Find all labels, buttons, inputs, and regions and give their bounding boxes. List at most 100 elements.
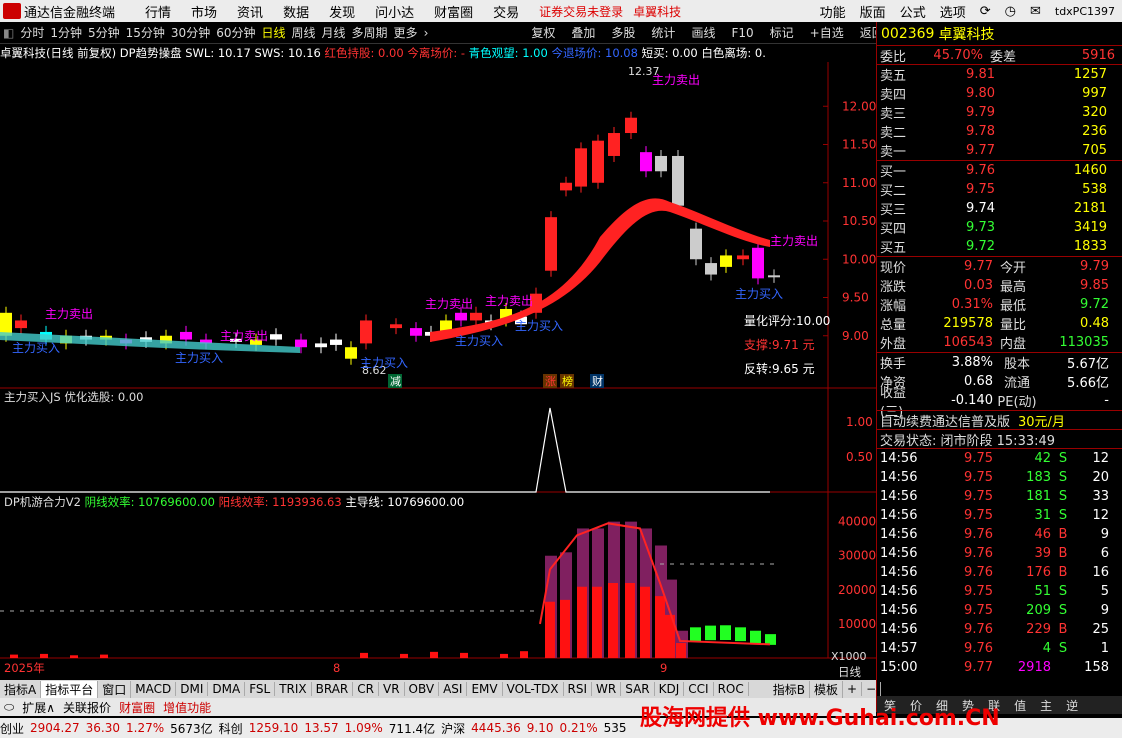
candle-body[interactable]	[470, 312, 482, 321]
wealth-circle-tab[interactable]: 财富圈	[115, 699, 159, 716]
value-added-tab[interactable]: 增值功能	[159, 699, 215, 716]
candle-body[interactable]	[575, 148, 587, 187]
tick-row[interactable]: 14:56 9.75 209 S 9	[877, 601, 1122, 620]
indicator-tab[interactable]: 模板	[810, 680, 843, 698]
quote-tab[interactable]: 主	[1033, 697, 1059, 714]
menu-item-formula[interactable]: 公式	[900, 2, 926, 21]
account-label[interactable]: tdxPC1397	[1055, 5, 1115, 18]
kline-chart[interactable]: 12.0011.5011.0010.5010.009.509.00 12.37 …	[0, 62, 876, 680]
tag-finance[interactable]: 财	[592, 374, 603, 388]
tick-row[interactable]: 14:56 9.76 229 B 25	[877, 620, 1122, 639]
indicator-tab[interactable]: ROC	[714, 682, 749, 696]
stat-row[interactable]: 涨跌 0.03 最高 9.85	[877, 276, 1122, 295]
period-tab-selected[interactable]: 日线	[261, 24, 285, 41]
indicator-tab[interactable]: MACD	[131, 682, 177, 696]
tag-list[interactable]: 榜	[562, 374, 573, 388]
menu-item-quotes[interactable]: 行情	[145, 2, 171, 21]
candle-body[interactable]	[625, 117, 637, 134]
stat-row[interactable]: 收益(三) -0.140 PE(动) -	[877, 386, 1122, 420]
stat-row[interactable]: 外盘 106543 内盘 113035	[877, 333, 1122, 352]
candle-body[interactable]	[655, 155, 667, 172]
tick-row[interactable]: 14:56 9.75 183 S 20	[877, 468, 1122, 487]
f10-button[interactable]: F10	[731, 26, 753, 40]
tick-row[interactable]: 14:57 9.76 4 S 1	[877, 639, 1122, 658]
menu-item-trade[interactable]: 交易	[493, 2, 519, 21]
candle-body[interactable]	[592, 140, 604, 183]
mark-button[interactable]: 标记	[770, 24, 794, 41]
promo-row[interactable]: 自动续费通达信普及版 30元/月	[877, 410, 1122, 430]
overlay-button[interactable]: 叠加	[571, 24, 595, 41]
tick-row[interactable]: 14:56 9.76 46 B 9	[877, 525, 1122, 544]
candle-body[interactable]	[455, 312, 467, 321]
login-warning[interactable]: 证券交易未登录	[539, 3, 623, 20]
ask-row[interactable]: 卖五 9.81 1257	[877, 65, 1122, 84]
indicator-tab[interactable]: DMI	[176, 682, 209, 696]
indicator-tab[interactable]: +	[843, 682, 863, 696]
indicator-tab[interactable]: 窗口	[98, 680, 132, 698]
indicator-tab[interactable]: DMA	[208, 682, 246, 696]
tick-row[interactable]: 14:56 9.75 31 S 12	[877, 506, 1122, 525]
indicator-tab[interactable]: 指标B	[769, 680, 810, 698]
tick-row[interactable]: 14:56 9.75 51 S 5	[877, 582, 1122, 601]
period-tab[interactable]: 周线	[292, 24, 316, 41]
bid-row[interactable]: 买三 9.74 2181	[877, 199, 1122, 218]
rehab-button[interactable]: 复权	[531, 24, 555, 41]
candle-body[interactable]	[390, 324, 402, 329]
expand-button[interactable]: 扩展∧	[18, 699, 59, 716]
indicator-tab[interactable]: VOL-TDX	[503, 682, 564, 696]
indicator-tab[interactable]: VR	[379, 682, 405, 696]
indicator-tab[interactable]: CCI	[684, 682, 714, 696]
indicator-tab[interactable]: RSI	[564, 682, 593, 696]
period-tab-more[interactable]: 更多	[394, 24, 418, 41]
stat-row[interactable]: 现价 9.77 今开 9.79	[877, 257, 1122, 276]
candle-body[interactable]	[295, 339, 307, 348]
candle-body[interactable]	[345, 347, 357, 359]
quote-tab[interactable]: 值	[1007, 697, 1033, 714]
candle-body[interactable]	[705, 263, 717, 275]
indicator-tab[interactable]: KDJ	[655, 682, 685, 696]
menu-item-market[interactable]: 市场	[191, 2, 217, 21]
candle-body[interactable]	[768, 275, 780, 278]
tick-row[interactable]: 14:56 9.75 42 S 12	[877, 449, 1122, 468]
indicator-tab[interactable]: TRIX	[275, 682, 312, 696]
indicator-tab[interactable]: −	[862, 682, 882, 696]
menu-item-news[interactable]: 资讯	[237, 2, 263, 21]
related-quote-tab[interactable]: 关联报价	[59, 699, 115, 716]
ask-row[interactable]: 卖二 9.78 236	[877, 122, 1122, 141]
candle-body[interactable]	[545, 217, 557, 271]
candle-body[interactable]	[608, 133, 620, 156]
candle-body[interactable]	[737, 255, 749, 260]
menu-item-functions[interactable]: 功能	[820, 2, 846, 21]
period-tab[interactable]: 月线	[322, 24, 346, 41]
tag-reduce[interactable]: 减	[390, 375, 401, 388]
menu-item-wealth[interactable]: 财富圈	[434, 2, 473, 21]
indicator-tab[interactable]: FSL	[245, 682, 276, 696]
draw-button[interactable]: 画线	[691, 24, 715, 41]
refresh-icon[interactable]: ⟳	[980, 4, 991, 19]
menu-item-data[interactable]: 数据	[283, 2, 309, 21]
candle-body[interactable]	[690, 228, 702, 260]
stat-row[interactable]: 换手 3.88% 股本 5.67亿	[877, 353, 1122, 372]
period-tab[interactable]: 分时	[20, 24, 44, 41]
menu-item-layout[interactable]: 版面	[860, 2, 886, 21]
indicator-tab[interactable]: WR	[592, 682, 622, 696]
stats-button[interactable]: 统计	[651, 24, 675, 41]
menu-item-options[interactable]: 选项	[940, 2, 966, 21]
period-tab[interactable]: 15分钟	[126, 24, 165, 41]
period-tab[interactable]: 1分钟	[50, 24, 82, 41]
stat-row[interactable]: 涨幅 0.31% 最低 9.72	[877, 295, 1122, 314]
ask-row[interactable]: 卖四 9.80 997	[877, 84, 1122, 103]
candle-body[interactable]	[315, 343, 327, 348]
ask-row[interactable]: 卖一 9.77 705	[877, 141, 1122, 160]
indicator-tab[interactable]: EMV	[467, 682, 503, 696]
period-tab[interactable]: 5分钟	[88, 24, 120, 41]
tick-row[interactable]: 14:56 9.76 176 B 16	[877, 563, 1122, 582]
indicator-tab[interactable]: BRAR	[312, 682, 354, 696]
candle-body[interactable]	[330, 339, 342, 345]
mail-icon[interactable]: ✉	[1030, 4, 1041, 19]
bid-row[interactable]: 买一 9.76 1460	[877, 161, 1122, 180]
add-watchlist-button[interactable]: +自选	[810, 24, 844, 41]
candle-body[interactable]	[720, 255, 732, 267]
tag-limit-up[interactable]: 涨	[545, 375, 556, 388]
ask-row[interactable]: 卖三 9.79 320	[877, 103, 1122, 122]
